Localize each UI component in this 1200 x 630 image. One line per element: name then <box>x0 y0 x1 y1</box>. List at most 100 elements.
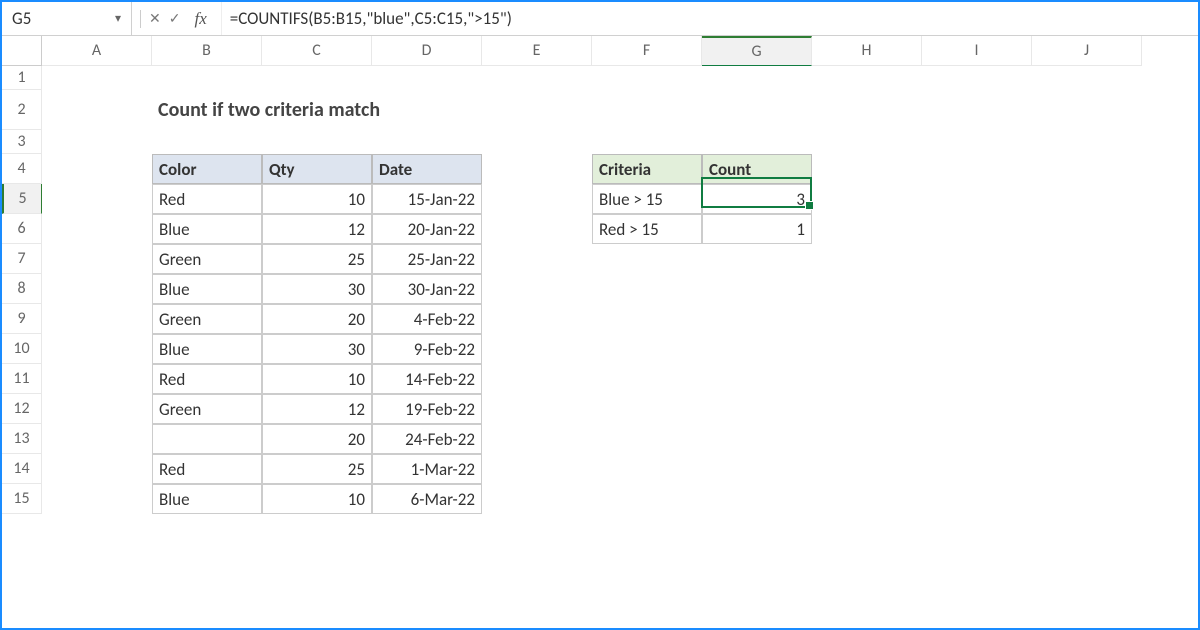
cell[interactable] <box>262 66 372 90</box>
cell[interactable] <box>702 66 812 90</box>
row-head-8[interactable]: 8 <box>2 274 42 304</box>
row-head-3[interactable]: 3 <box>2 130 42 154</box>
cell[interactable] <box>812 484 922 514</box>
select-all-corner[interactable] <box>2 36 42 66</box>
row-head-6[interactable]: 6 <box>2 214 42 244</box>
table1-cell[interactable]: Blue <box>152 484 262 514</box>
formula-input[interactable]: =COUNTIFS(B5:B15,"blue",C5:C15,">15") <box>222 8 1198 29</box>
cell[interactable] <box>592 454 702 484</box>
table1-cell[interactable]: 25 <box>262 244 372 274</box>
cell[interactable] <box>482 424 592 454</box>
cell[interactable] <box>922 66 1032 90</box>
table1-header-date[interactable]: Date <box>372 154 482 184</box>
cell[interactable] <box>922 184 1032 214</box>
cell[interactable] <box>482 454 592 484</box>
row-head-11[interactable]: 11 <box>2 364 42 394</box>
cell[interactable] <box>42 424 152 454</box>
table1-cell[interactable]: Red <box>152 364 262 394</box>
row-head-1[interactable]: 1 <box>2 66 42 90</box>
cell[interactable] <box>922 274 1032 304</box>
cell[interactable] <box>812 454 922 484</box>
row-head-9[interactable]: 9 <box>2 304 42 334</box>
cell[interactable] <box>482 130 592 154</box>
cell[interactable] <box>1032 304 1142 334</box>
cell[interactable] <box>42 334 152 364</box>
cell[interactable] <box>1032 130 1142 154</box>
cell[interactable] <box>812 424 922 454</box>
cell[interactable] <box>592 90 702 130</box>
table1-cell[interactable]: 20-Jan-22 <box>372 214 482 244</box>
cell[interactable] <box>922 454 1032 484</box>
cell[interactable] <box>922 214 1032 244</box>
row-head-13[interactable]: 13 <box>2 424 42 454</box>
cell[interactable] <box>812 334 922 364</box>
cell[interactable] <box>812 364 922 394</box>
table1-header-color[interactable]: Color <box>152 154 262 184</box>
cell[interactable] <box>482 154 592 184</box>
cell[interactable] <box>812 394 922 424</box>
cell[interactable] <box>372 130 482 154</box>
table1-cell[interactable]: Blue <box>152 274 262 304</box>
col-head-C[interactable]: C <box>262 36 372 66</box>
cell[interactable] <box>372 66 482 90</box>
cell[interactable] <box>592 394 702 424</box>
cell[interactable] <box>812 154 922 184</box>
cell[interactable] <box>922 154 1032 184</box>
cell[interactable] <box>592 130 702 154</box>
table1-cell[interactable]: 30 <box>262 274 372 304</box>
cell[interactable] <box>1032 244 1142 274</box>
cell[interactable] <box>482 304 592 334</box>
cell[interactable] <box>482 184 592 214</box>
row-head-4[interactable]: 4 <box>2 154 42 184</box>
cell[interactable] <box>702 424 812 454</box>
cell[interactable] <box>482 66 592 90</box>
cell[interactable] <box>42 184 152 214</box>
cell[interactable] <box>1032 364 1142 394</box>
spreadsheet-grid[interactable]: A B C D E F G H I J 1 2 Count if two cri… <box>2 36 1198 574</box>
cell[interactable] <box>702 454 812 484</box>
cell[interactable] <box>922 304 1032 334</box>
cell[interactable] <box>42 66 152 90</box>
cell[interactable] <box>812 66 922 90</box>
row-head-5[interactable]: 5 <box>2 184 42 214</box>
cell[interactable] <box>42 364 152 394</box>
cell[interactable] <box>1032 484 1142 514</box>
table2-header-criteria[interactable]: Criteria <box>592 154 702 184</box>
cell[interactable] <box>42 214 152 244</box>
chevron-down-icon[interactable]: ▾ <box>115 11 121 26</box>
cell[interactable] <box>922 130 1032 154</box>
table2-cell[interactable]: 1 <box>702 214 812 244</box>
cell[interactable] <box>702 364 812 394</box>
table1-cell[interactable]: 30-Jan-22 <box>372 274 482 304</box>
cell[interactable] <box>1032 184 1142 214</box>
table1-cell[interactable]: 10 <box>262 184 372 214</box>
table2-header-count[interactable]: Count <box>702 154 812 184</box>
cancel-icon[interactable]: ✕ <box>149 10 161 27</box>
cell[interactable] <box>152 66 262 90</box>
cell[interactable] <box>482 214 592 244</box>
table1-cell[interactable]: 1-Mar-22 <box>372 454 482 484</box>
table1-cell[interactable]: Red <box>152 454 262 484</box>
cell[interactable] <box>702 90 812 130</box>
cell[interactable] <box>812 274 922 304</box>
table1-cell[interactable]: Green <box>152 244 262 274</box>
cell[interactable] <box>592 334 702 364</box>
cell[interactable] <box>922 244 1032 274</box>
cell[interactable] <box>592 244 702 274</box>
cell[interactable] <box>1032 334 1142 364</box>
cell[interactable] <box>812 244 922 274</box>
col-head-A[interactable]: A <box>42 36 152 66</box>
row-head-15[interactable]: 15 <box>2 484 42 514</box>
table1-cell[interactable]: 4-Feb-22 <box>372 304 482 334</box>
col-head-B[interactable]: B <box>152 36 262 66</box>
cell[interactable] <box>42 90 152 130</box>
cell[interactable] <box>42 394 152 424</box>
cell[interactable] <box>812 130 922 154</box>
table1-cell[interactable]: 19-Feb-22 <box>372 394 482 424</box>
cell[interactable] <box>702 334 812 364</box>
cell[interactable] <box>482 364 592 394</box>
row-head-12[interactable]: 12 <box>2 394 42 424</box>
cell[interactable] <box>42 304 152 334</box>
cell[interactable] <box>922 424 1032 454</box>
col-head-I[interactable]: I <box>922 36 1032 66</box>
